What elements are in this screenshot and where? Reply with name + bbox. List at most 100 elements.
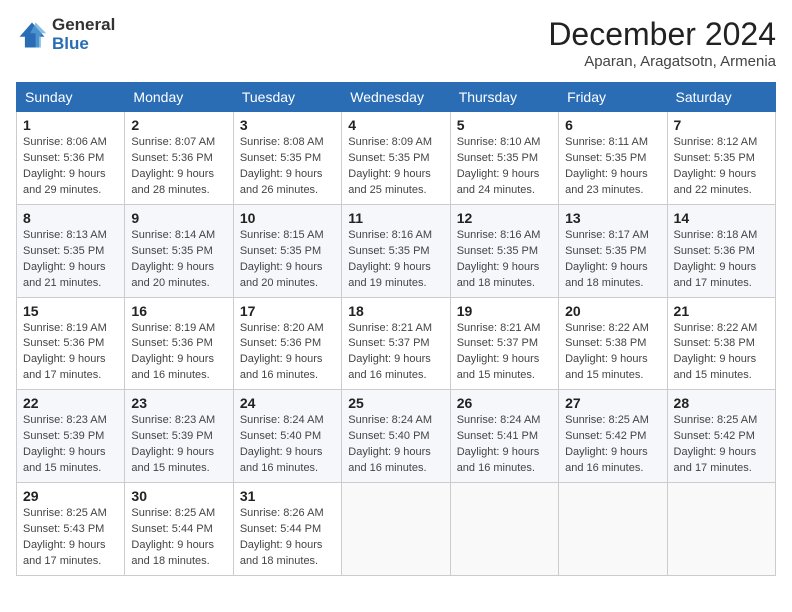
day-number: 26 <box>457 395 552 411</box>
logo: General Blue <box>16 16 115 53</box>
logo-blue-text: Blue <box>52 35 115 54</box>
month-title: December 2024 <box>548 16 776 53</box>
calendar-week-row: 22 Sunrise: 8:23 AM Sunset: 5:39 PM Dayl… <box>17 390 776 483</box>
day-number: 22 <box>23 395 118 411</box>
day-number: 12 <box>457 210 552 226</box>
table-row: 25 Sunrise: 8:24 AM Sunset: 5:40 PM Dayl… <box>342 390 450 483</box>
day-number: 1 <box>23 117 118 133</box>
calendar-week-row: 8 Sunrise: 8:13 AM Sunset: 5:35 PM Dayli… <box>17 204 776 297</box>
table-row: 6 Sunrise: 8:11 AM Sunset: 5:35 PM Dayli… <box>559 112 667 205</box>
table-row <box>667 483 775 576</box>
table-row: 11 Sunrise: 8:16 AM Sunset: 5:35 PM Dayl… <box>342 204 450 297</box>
day-number: 13 <box>565 210 660 226</box>
day-number: 28 <box>674 395 769 411</box>
day-number: 30 <box>131 488 226 504</box>
table-row: 14 Sunrise: 8:18 AM Sunset: 5:36 PM Dayl… <box>667 204 775 297</box>
table-row: 13 Sunrise: 8:17 AM Sunset: 5:35 PM Dayl… <box>559 204 667 297</box>
cell-content: Sunrise: 8:13 AM Sunset: 5:35 PM Dayligh… <box>23 228 118 292</box>
day-number: 17 <box>240 303 335 319</box>
table-row: 26 Sunrise: 8:24 AM Sunset: 5:41 PM Dayl… <box>450 390 558 483</box>
table-row: 3 Sunrise: 8:08 AM Sunset: 5:35 PM Dayli… <box>233 112 341 205</box>
day-number: 5 <box>457 117 552 133</box>
day-number: 27 <box>565 395 660 411</box>
calendar-week-row: 15 Sunrise: 8:19 AM Sunset: 5:36 PM Dayl… <box>17 297 776 390</box>
day-number: 21 <box>674 303 769 319</box>
day-number: 6 <box>565 117 660 133</box>
cell-content: Sunrise: 8:11 AM Sunset: 5:35 PM Dayligh… <box>565 135 660 199</box>
cell-content: Sunrise: 8:15 AM Sunset: 5:35 PM Dayligh… <box>240 228 335 292</box>
day-number: 10 <box>240 210 335 226</box>
col-thursday: Thursday <box>450 83 558 112</box>
table-row: 30 Sunrise: 8:25 AM Sunset: 5:44 PM Dayl… <box>125 483 233 576</box>
calendar-header-row: Sunday Monday Tuesday Wednesday Thursday… <box>17 83 776 112</box>
day-number: 31 <box>240 488 335 504</box>
cell-content: Sunrise: 8:26 AM Sunset: 5:44 PM Dayligh… <box>240 506 335 570</box>
day-number: 3 <box>240 117 335 133</box>
cell-content: Sunrise: 8:22 AM Sunset: 5:38 PM Dayligh… <box>674 321 769 385</box>
day-number: 2 <box>131 117 226 133</box>
table-row: 4 Sunrise: 8:09 AM Sunset: 5:35 PM Dayli… <box>342 112 450 205</box>
logo-text: General Blue <box>52 16 115 53</box>
day-number: 23 <box>131 395 226 411</box>
table-row: 1 Sunrise: 8:06 AM Sunset: 5:36 PM Dayli… <box>17 112 125 205</box>
cell-content: Sunrise: 8:22 AM Sunset: 5:38 PM Dayligh… <box>565 321 660 385</box>
cell-content: Sunrise: 8:19 AM Sunset: 5:36 PM Dayligh… <box>131 321 226 385</box>
col-monday: Monday <box>125 83 233 112</box>
table-row: 8 Sunrise: 8:13 AM Sunset: 5:35 PM Dayli… <box>17 204 125 297</box>
table-row: 28 Sunrise: 8:25 AM Sunset: 5:42 PM Dayl… <box>667 390 775 483</box>
col-saturday: Saturday <box>667 83 775 112</box>
cell-content: Sunrise: 8:19 AM Sunset: 5:36 PM Dayligh… <box>23 321 118 385</box>
col-sunday: Sunday <box>17 83 125 112</box>
cell-content: Sunrise: 8:25 AM Sunset: 5:44 PM Dayligh… <box>131 506 226 570</box>
page-header: General Blue December 2024 Aparan, Araga… <box>16 16 776 70</box>
table-row <box>450 483 558 576</box>
table-row: 27 Sunrise: 8:25 AM Sunset: 5:42 PM Dayl… <box>559 390 667 483</box>
table-row: 10 Sunrise: 8:15 AM Sunset: 5:35 PM Dayl… <box>233 204 341 297</box>
table-row: 21 Sunrise: 8:22 AM Sunset: 5:38 PM Dayl… <box>667 297 775 390</box>
cell-content: Sunrise: 8:09 AM Sunset: 5:35 PM Dayligh… <box>348 135 443 199</box>
cell-content: Sunrise: 8:08 AM Sunset: 5:35 PM Dayligh… <box>240 135 335 199</box>
table-row: 9 Sunrise: 8:14 AM Sunset: 5:35 PM Dayli… <box>125 204 233 297</box>
cell-content: Sunrise: 8:21 AM Sunset: 5:37 PM Dayligh… <box>457 321 552 385</box>
table-row: 2 Sunrise: 8:07 AM Sunset: 5:36 PM Dayli… <box>125 112 233 205</box>
day-number: 4 <box>348 117 443 133</box>
table-row <box>342 483 450 576</box>
cell-content: Sunrise: 8:07 AM Sunset: 5:36 PM Dayligh… <box>131 135 226 199</box>
table-row: 31 Sunrise: 8:26 AM Sunset: 5:44 PM Dayl… <box>233 483 341 576</box>
calendar-week-row: 1 Sunrise: 8:06 AM Sunset: 5:36 PM Dayli… <box>17 112 776 205</box>
cell-content: Sunrise: 8:16 AM Sunset: 5:35 PM Dayligh… <box>457 228 552 292</box>
table-row: 7 Sunrise: 8:12 AM Sunset: 5:35 PM Dayli… <box>667 112 775 205</box>
day-number: 25 <box>348 395 443 411</box>
cell-content: Sunrise: 8:23 AM Sunset: 5:39 PM Dayligh… <box>23 413 118 477</box>
cell-content: Sunrise: 8:18 AM Sunset: 5:36 PM Dayligh… <box>674 228 769 292</box>
table-row: 19 Sunrise: 8:21 AM Sunset: 5:37 PM Dayl… <box>450 297 558 390</box>
cell-content: Sunrise: 8:16 AM Sunset: 5:35 PM Dayligh… <box>348 228 443 292</box>
day-number: 24 <box>240 395 335 411</box>
cell-content: Sunrise: 8:24 AM Sunset: 5:41 PM Dayligh… <box>457 413 552 477</box>
cell-content: Sunrise: 8:24 AM Sunset: 5:40 PM Dayligh… <box>348 413 443 477</box>
location-title: Aparan, Aragatsotn, Armenia <box>548 53 776 70</box>
table-row: 5 Sunrise: 8:10 AM Sunset: 5:35 PM Dayli… <box>450 112 558 205</box>
cell-content: Sunrise: 8:21 AM Sunset: 5:37 PM Dayligh… <box>348 321 443 385</box>
day-number: 7 <box>674 117 769 133</box>
table-row <box>559 483 667 576</box>
cell-content: Sunrise: 8:17 AM Sunset: 5:35 PM Dayligh… <box>565 228 660 292</box>
col-friday: Friday <box>559 83 667 112</box>
table-row: 16 Sunrise: 8:19 AM Sunset: 5:36 PM Dayl… <box>125 297 233 390</box>
day-number: 18 <box>348 303 443 319</box>
day-number: 9 <box>131 210 226 226</box>
table-row: 20 Sunrise: 8:22 AM Sunset: 5:38 PM Dayl… <box>559 297 667 390</box>
cell-content: Sunrise: 8:25 AM Sunset: 5:43 PM Dayligh… <box>23 506 118 570</box>
cell-content: Sunrise: 8:25 AM Sunset: 5:42 PM Dayligh… <box>674 413 769 477</box>
table-row: 23 Sunrise: 8:23 AM Sunset: 5:39 PM Dayl… <box>125 390 233 483</box>
table-row: 18 Sunrise: 8:21 AM Sunset: 5:37 PM Dayl… <box>342 297 450 390</box>
day-number: 20 <box>565 303 660 319</box>
cell-content: Sunrise: 8:20 AM Sunset: 5:36 PM Dayligh… <box>240 321 335 385</box>
table-row: 17 Sunrise: 8:20 AM Sunset: 5:36 PM Dayl… <box>233 297 341 390</box>
table-row: 22 Sunrise: 8:23 AM Sunset: 5:39 PM Dayl… <box>17 390 125 483</box>
logo-icon <box>16 19 48 51</box>
day-number: 16 <box>131 303 226 319</box>
cell-content: Sunrise: 8:06 AM Sunset: 5:36 PM Dayligh… <box>23 135 118 199</box>
col-tuesday: Tuesday <box>233 83 341 112</box>
table-row: 12 Sunrise: 8:16 AM Sunset: 5:35 PM Dayl… <box>450 204 558 297</box>
